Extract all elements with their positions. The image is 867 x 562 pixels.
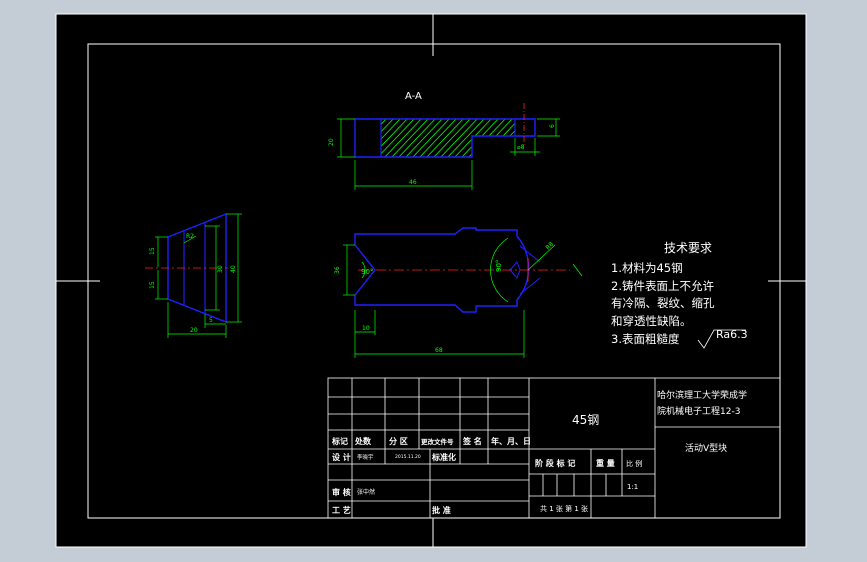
header-date: 年、月、日 bbox=[491, 436, 531, 446]
tech-line: 有冷隔、裂纹、缩孔 bbox=[611, 296, 715, 310]
header-mark: 标记 bbox=[331, 436, 348, 446]
approve-label: 批 准 bbox=[432, 505, 451, 515]
dim-angle-right: 90° bbox=[495, 260, 503, 272]
dim-width: 36 bbox=[334, 266, 341, 274]
dim-height: 20 bbox=[328, 138, 335, 146]
dim-step: 6 bbox=[549, 124, 556, 128]
tech-line: 和穿透性缺陷。 bbox=[611, 314, 692, 328]
dim-overall-length: 68 bbox=[435, 347, 443, 354]
material: 45钢 bbox=[572, 413, 599, 427]
part-name: 活动V型块 bbox=[685, 442, 727, 454]
sheet-count: 共 1 张 第 1 张 bbox=[540, 504, 588, 513]
scale-value: 1:1 bbox=[627, 483, 638, 491]
cad-drawing: A-A 20 46 ⌀8 6 36 90° 90° R8 10 68 R2 40… bbox=[55, 13, 807, 548]
tech-line: 3.表面粗糙度 bbox=[611, 332, 680, 346]
scale-header: 比 例 bbox=[626, 459, 642, 468]
dim-side-width: 20 bbox=[190, 327, 198, 334]
roughness-value: Ra6.3 bbox=[716, 328, 748, 341]
school-line1: 哈尔滨理工大学荣成学 bbox=[657, 389, 747, 401]
dim-length: 46 bbox=[409, 179, 417, 186]
dim-height-outer: 40 bbox=[230, 265, 237, 273]
dim-offset: 10 bbox=[362, 325, 370, 332]
designer-name: 李晓宇 bbox=[357, 453, 374, 461]
weight-header: 重 量 bbox=[596, 458, 615, 468]
header-sign: 签 名 bbox=[462, 436, 482, 446]
reviewer-name: 张中然 bbox=[357, 488, 375, 496]
school-line2: 院机械电子工程12-3 bbox=[657, 405, 740, 417]
header-count: 处数 bbox=[354, 436, 372, 446]
dim-chamfer: R2 bbox=[186, 233, 194, 240]
design-date: 2015.11.20 bbox=[395, 454, 421, 460]
dim-lower-left: 15 bbox=[149, 281, 156, 289]
design-label: 设 计 bbox=[332, 452, 351, 462]
tech-line: 1.材料为45钢 bbox=[611, 261, 683, 275]
section-label: A-A bbox=[405, 91, 422, 102]
dim-height-inner: 30 bbox=[217, 265, 224, 273]
stage-mark-header: 阶 段 标 记 bbox=[535, 458, 575, 468]
dim-angle-left: 90° bbox=[361, 268, 373, 276]
dim-upper-left: 15 bbox=[149, 247, 156, 255]
tech-title: 技术要求 bbox=[664, 241, 712, 255]
dim-bore: ⌀8 bbox=[517, 144, 525, 151]
header-zone: 分 区 bbox=[389, 436, 408, 446]
tech-line: 2.铸件表面上不允许 bbox=[611, 279, 714, 293]
standardize-label: 标准化 bbox=[431, 452, 456, 462]
header-change-doc: 更改文件号 bbox=[421, 437, 454, 446]
process-label: 工 艺 bbox=[332, 505, 351, 515]
dim-small: 5 bbox=[209, 317, 213, 324]
review-label: 审 核 bbox=[332, 487, 351, 497]
